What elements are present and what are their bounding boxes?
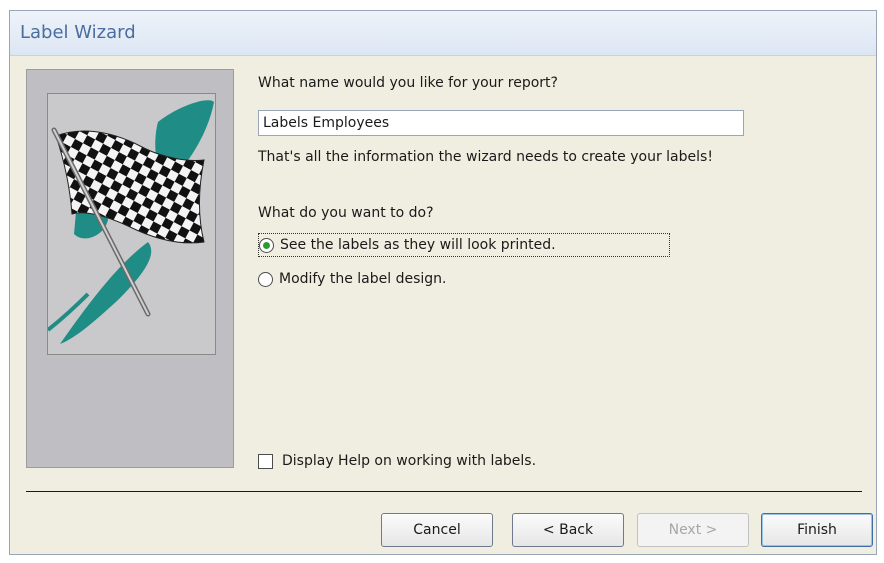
radio-selected[interactable]: [259, 237, 274, 253]
report-name-input[interactable]: [258, 110, 744, 136]
label-wizard-dialog: Label Wizard What name would you like fo…: [9, 10, 877, 555]
report-name-label: What name would you like for your report…: [258, 75, 558, 91]
finish-button[interactable]: Finish: [761, 513, 873, 547]
action-question-label: What do you want to do?: [258, 205, 434, 221]
option-preview-labels[interactable]: See the labels as they will look printed…: [258, 233, 670, 257]
cancel-button[interactable]: Cancel: [381, 513, 493, 547]
option-preview-label: See the labels as they will look printed…: [280, 237, 556, 253]
help-checkbox-label: Display Help on working with labels.: [282, 453, 537, 469]
wizard-art-panel: [26, 69, 234, 468]
checkered-flag-icon: [47, 93, 216, 355]
help-checkbox[interactable]: [258, 453, 273, 469]
option-modify-design[interactable]: Modify the label design.: [258, 267, 446, 291]
help-checkbox-row[interactable]: Display Help on working with labels.: [258, 453, 536, 469]
window-title: Label Wizard: [10, 11, 876, 56]
next-button[interactable]: Next >: [637, 513, 749, 547]
radio-unselected[interactable]: [258, 271, 273, 287]
divider: [26, 491, 862, 492]
info-text: That's all the information the wizard ne…: [258, 149, 713, 165]
option-modify-label: Modify the label design.: [279, 271, 447, 287]
back-button[interactable]: < Back: [512, 513, 624, 547]
